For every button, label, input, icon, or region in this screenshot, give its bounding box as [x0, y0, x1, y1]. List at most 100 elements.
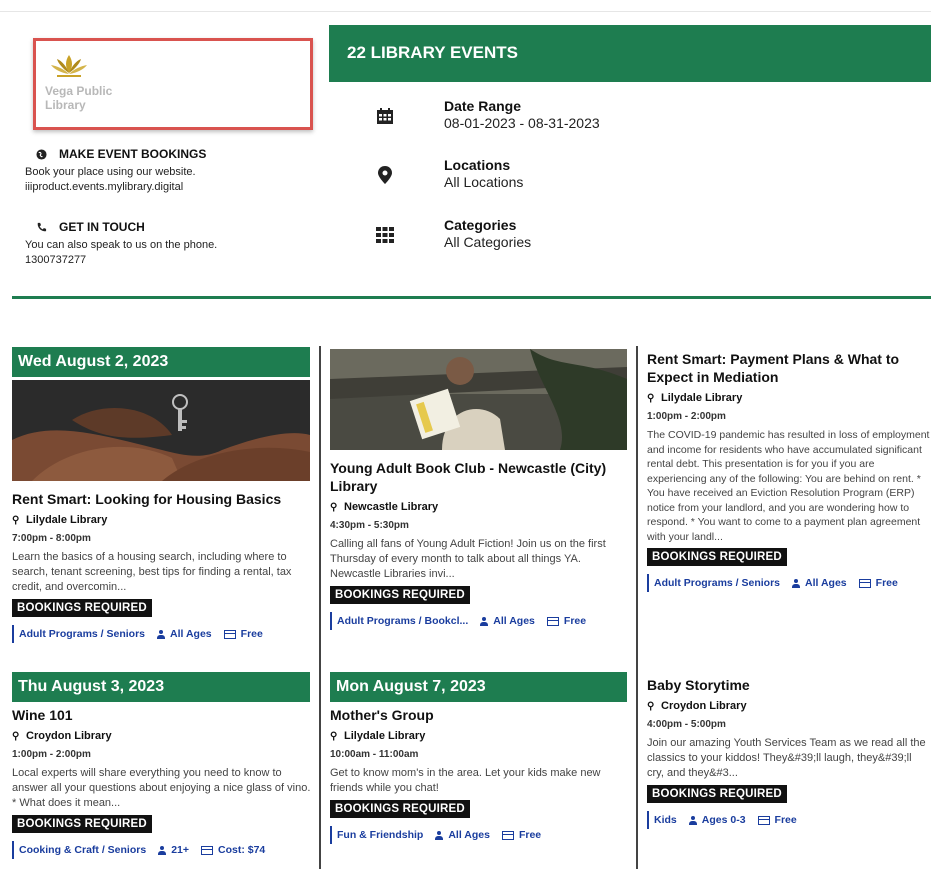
- category-tag[interactable]: Cooking & Craft / Seniors: [12, 841, 146, 859]
- phone-heading: GET IN TOUCH: [59, 220, 145, 234]
- bookings-website-link[interactable]: iiiproduct.events.mylibrary.digital: [25, 180, 315, 195]
- credit-card-icon: [757, 815, 770, 825]
- location-pin-icon: [372, 163, 398, 187]
- bookings-heading: MAKE EVENT BOOKINGS: [59, 147, 207, 161]
- event-time: 4:30pm - 5:30pm: [330, 520, 409, 531]
- bookings-required-badge: BOOKINGS REQUIRED: [330, 586, 470, 604]
- category-tag[interactable]: Adult Programs / Bookcl...: [330, 612, 468, 630]
- library-logo[interactable]: Vega Public Library: [33, 38, 313, 130]
- person-icon: [435, 830, 444, 840]
- bookings-required-badge: BOOKINGS REQUIRED: [647, 785, 787, 803]
- calendar-icon: [372, 104, 398, 128]
- phone-heading-row: GET IN TOUCH: [25, 220, 315, 235]
- event-time: 1:00pm - 2:00pm: [647, 411, 726, 422]
- event-tags: Kids Ages 0-3 Free: [647, 811, 931, 829]
- event-title[interactable]: Wine 101: [12, 706, 312, 724]
- age-label: All Ages: [448, 828, 490, 841]
- logo-line-2: Library: [45, 98, 86, 112]
- credit-card-icon: [223, 629, 236, 639]
- location-name: Croydon Library: [26, 730, 112, 742]
- cost-tag: Free: [546, 614, 587, 629]
- person-icon: [792, 578, 801, 588]
- event-card[interactable]: Baby Storytime ⚲ Croydon Library 4:00pm -…: [647, 676, 931, 829]
- event-card[interactable]: Young Adult Book Club - Newcastle (City)…: [330, 459, 630, 630]
- event-image-reader[interactable]: [330, 349, 627, 450]
- event-tags: Adult Programs / Seniors All Ages Free: [647, 574, 931, 592]
- event-title[interactable]: Rent Smart: Payment Plans & What to Expe…: [647, 350, 931, 386]
- filter-label: Locations: [444, 157, 511, 173]
- event-description: The COVID-19 pandemic has resulted in lo…: [647, 429, 930, 543]
- event-time: 7:00pm - 8:00pm: [12, 533, 91, 544]
- column-divider: [636, 346, 638, 869]
- cost-label: Free: [563, 614, 587, 627]
- day-header: Wed August 2, 2023: [12, 347, 310, 377]
- age-label: All Ages: [170, 627, 212, 640]
- event-title[interactable]: Baby Storytime: [647, 676, 931, 694]
- cost-label: Free: [875, 576, 898, 589]
- event-tags: Adult Programs / Bookcl... All Ages Free: [330, 612, 630, 630]
- filter-categories[interactable]: Categories All Categories: [372, 217, 892, 251]
- event-card[interactable]: Wine 101 ⚲ Croydon Library 1:00pm - 2:00p…: [12, 706, 312, 859]
- event-image-keys[interactable]: [12, 380, 310, 481]
- cost-label: Free: [240, 627, 263, 640]
- event-description: Local experts will share everything you …: [12, 767, 311, 809]
- cost-tag: Cost: $74: [201, 843, 265, 858]
- event-location: ⚲ Lilydale Library: [12, 513, 312, 528]
- age-tag: Ages 0-3: [688, 813, 746, 828]
- filter-value: 08-01-2023 - 08-31-2023: [444, 115, 600, 131]
- credit-card-icon: [546, 616, 559, 626]
- age-tag: All Ages: [157, 627, 212, 642]
- age-tag: All Ages: [792, 576, 847, 591]
- location-pin-icon: ⚲: [647, 393, 655, 404]
- location-pin-icon: ⚲: [330, 731, 338, 742]
- event-title[interactable]: Rent Smart: Looking for Housing Basics: [12, 490, 312, 508]
- filter-label: Categories: [444, 217, 517, 233]
- day-header: Thu August 3, 2023: [12, 672, 310, 702]
- bookings-text: Book your place using our website.: [25, 166, 196, 178]
- credit-card-icon: [858, 578, 871, 588]
- events-count-title: 22 LIBRARY EVENTS: [347, 43, 518, 62]
- person-icon: [688, 815, 697, 825]
- event-card[interactable]: Rent Smart: Looking for Housing Basics ⚲…: [12, 490, 312, 643]
- cost-label: Free: [518, 828, 542, 841]
- credit-card-icon: [501, 830, 514, 840]
- person-icon: [157, 629, 166, 639]
- location-name: Lilydale Library: [661, 392, 743, 404]
- category-tag[interactable]: Adult Programs / Seniors: [12, 625, 145, 643]
- bookings-required-badge: BOOKINGS REQUIRED: [647, 548, 787, 566]
- category-tag[interactable]: Kids: [647, 811, 677, 829]
- event-title[interactable]: Mother's Group: [330, 706, 630, 724]
- category-tag[interactable]: Adult Programs / Seniors: [647, 574, 780, 592]
- phone-number-link[interactable]: 1300737277: [25, 253, 315, 268]
- event-tags: Cooking & Craft / Seniors 21+ Cost: $74: [12, 841, 312, 859]
- category-label: Kids: [654, 813, 677, 826]
- grid-icon: [12, 841, 14, 859]
- grid-icon: [647, 574, 649, 592]
- event-title[interactable]: Young Adult Book Club - Newcastle (City)…: [330, 459, 630, 495]
- age-label: 21+: [171, 843, 189, 856]
- event-card[interactable]: Mother's Group ⚲ Lilydale Library 10:00am…: [330, 706, 630, 844]
- filter-locations[interactable]: Locations All Locations: [372, 157, 892, 191]
- event-card[interactable]: Rent Smart: Payment Plans & What to Expe…: [647, 350, 931, 592]
- bookings-required-badge: BOOKINGS REQUIRED: [12, 815, 152, 833]
- cost-label: Cost: $74: [218, 843, 266, 856]
- day-label: Mon August 7, 2023: [336, 678, 486, 695]
- category-label: Fun & Friendship: [337, 828, 424, 841]
- filter-date-range[interactable]: Date Range 08-01-2023 - 08-31-2023: [372, 98, 892, 132]
- day-label: Wed August 2, 2023: [18, 353, 169, 370]
- event-time: 4:00pm - 5:00pm: [647, 719, 726, 730]
- top-rule: [0, 0, 931, 12]
- category-label: Adult Programs / Seniors: [19, 627, 146, 640]
- cost-tag: Free: [501, 828, 542, 843]
- cost-tag: Free: [757, 813, 797, 828]
- event-location: ⚲ Croydon Library: [12, 729, 312, 744]
- credit-card-icon: [201, 845, 213, 855]
- category-tag[interactable]: Fun & Friendship: [330, 826, 423, 844]
- lotus-logo-icon: [51, 55, 87, 77]
- category-label: Adult Programs / Seniors: [654, 576, 781, 589]
- phone-info: GET IN TOUCH You can also speak to us on…: [25, 220, 315, 268]
- location-name: Croydon Library: [661, 700, 747, 712]
- event-location: ⚲ Newcastle Library: [330, 500, 630, 515]
- events-count-header: 22 LIBRARY EVENTS: [329, 25, 931, 82]
- grid-icon: [330, 612, 332, 630]
